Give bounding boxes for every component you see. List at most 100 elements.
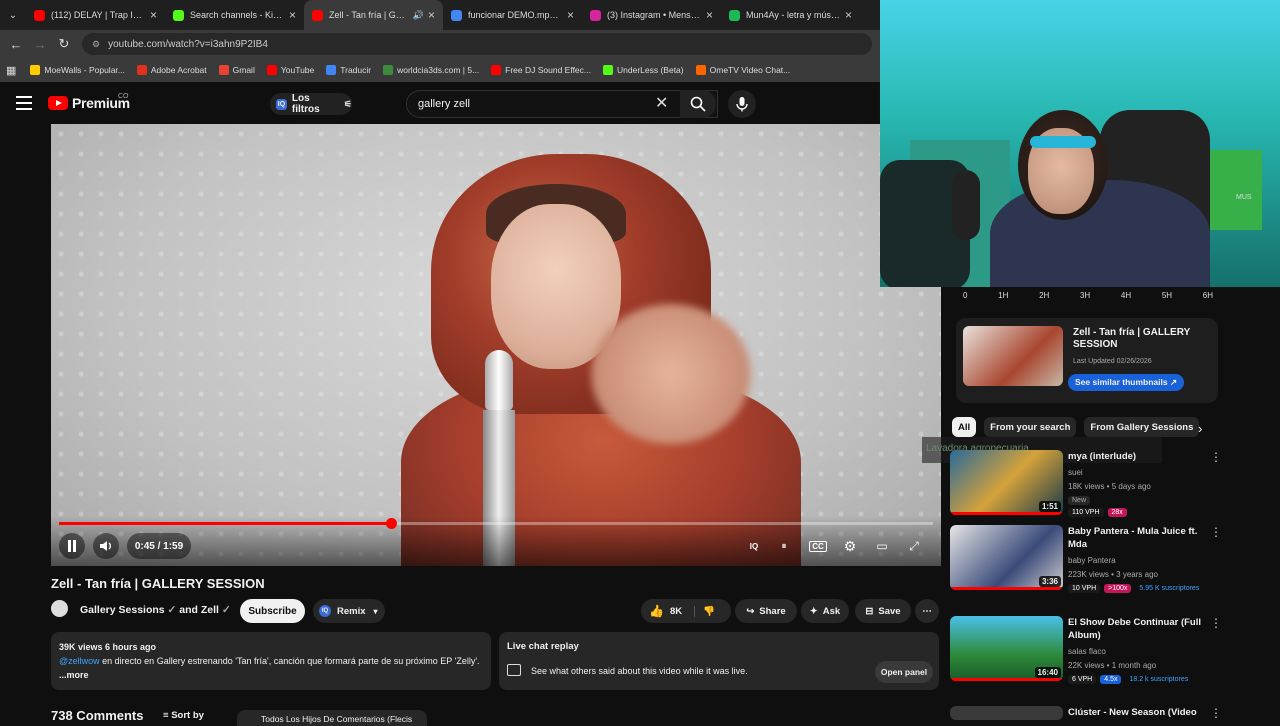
share-icon: ↪ — [746, 605, 755, 617]
reload-icon[interactable]: ↻ — [52, 36, 76, 52]
voice-search-button[interactable] — [728, 90, 756, 118]
bookmark[interactable]: Free DJ Sound Effec... — [491, 65, 591, 75]
similar-thumbnails-button[interactable]: See similar thumbnails ↗ — [1068, 374, 1185, 391]
chip-from-search[interactable]: From your search — [984, 417, 1077, 437]
bookmark[interactable]: UnderLess (Beta) — [603, 65, 684, 75]
volume-button[interactable] — [93, 533, 119, 559]
chip-all[interactable]: All — [952, 417, 977, 437]
filters-button[interactable]: IQ Los filtros ⚟ — [270, 93, 352, 115]
pause-button[interactable] — [59, 533, 85, 559]
search-button[interactable] — [680, 90, 716, 118]
rec-channel[interactable]: salas flaco — [1068, 647, 1106, 656]
more-options-icon[interactable]: ⋮ — [1210, 706, 1222, 720]
close-tab-icon[interactable]: × — [845, 8, 852, 22]
channel-avatar[interactable] — [51, 600, 68, 617]
browser-tab[interactable]: (3) Instagram • Mensajes × — [582, 0, 721, 30]
card-title: Zell - Tan fría | GALLERY SESSION — [1073, 327, 1191, 350]
rec-channel[interactable]: baby Pantera — [1068, 556, 1116, 565]
back-arrow-icon[interactable]: ← — [4, 37, 28, 52]
bookmark[interactable]: worldcia3ds.com | 5... — [383, 65, 479, 75]
url-field[interactable]: ⚙ youtube.com/watch?v=i3ahn9P2IB4 — [82, 33, 872, 55]
card-thumbnail[interactable] — [963, 326, 1063, 386]
chip-from-channel[interactable]: From Gallery Sessions — [1084, 417, 1200, 437]
bookmark-icon — [218, 65, 229, 75]
search-input[interactable]: gallery zell — [406, 90, 718, 118]
bookmark[interactable]: OmeTV Video Chat... — [695, 65, 790, 75]
close-tab-icon[interactable]: × — [150, 8, 157, 22]
video-title: Zell - Tan fría | GALLERY SESSION — [51, 576, 265, 591]
progress-bar[interactable] — [59, 518, 933, 529]
bookmark[interactable]: Traducir — [326, 65, 371, 75]
more-options-icon[interactable]: ⋮ — [1210, 450, 1222, 464]
video-frame-artist — [381, 144, 821, 566]
rec-thumbnail[interactable] — [950, 706, 1063, 720]
chevron-right-icon[interactable]: › — [1198, 421, 1202, 436]
bookmark[interactable]: YouTube — [266, 65, 314, 75]
close-tab-icon[interactable]: × — [706, 8, 713, 22]
fullscreen-button[interactable]: ⤢ — [901, 533, 927, 559]
close-tab-icon[interactable]: × — [428, 8, 435, 22]
rec-thumbnail[interactable]: 16:40 — [950, 616, 1063, 681]
bookmark[interactable]: Gmail — [218, 65, 255, 75]
ask-button[interactable]: ✦ Ask — [801, 599, 849, 623]
rec-badges: New — [1068, 496, 1094, 505]
recommended-video[interactable]: Clúster - New Season (Video ⋮ — [950, 706, 1222, 720]
collab-name[interactable]: and Zell — [179, 604, 219, 616]
comment-filter-chip[interactable]: Todos Los Hijos De Comentarios (Flecis — [237, 710, 427, 726]
browser-tab[interactable]: (112) DELAY | Trap Instrum × — [26, 0, 165, 30]
vph-tag: 10 VPH — [1068, 584, 1101, 593]
iq-extension-button[interactable]: IQ — [741, 533, 767, 559]
youtube-logo[interactable]: Premium CO — [48, 93, 130, 111]
subscribe-button[interactable]: Subscribe — [240, 599, 305, 623]
save-button[interactable]: ⊟ Save — [855, 599, 911, 623]
bookmark[interactable]: MoeWalls - Popular... — [30, 65, 125, 75]
menu-icon[interactable] — [16, 96, 32, 110]
rec-thumbnail[interactable]: 1:51 — [950, 450, 1063, 515]
autoplay-toggle[interactable]: ⏸ — [771, 533, 797, 559]
clear-search-icon[interactable]: ✕ — [655, 93, 668, 113]
remix-button[interactable]: IQ Remix ▾ — [313, 599, 385, 623]
browser-tab[interactable]: Search channels - Kick Str × — [165, 0, 304, 30]
sort-by-button[interactable]: ≡ Sort by — [163, 710, 204, 721]
close-tab-icon[interactable]: × — [567, 8, 574, 22]
drive-favicon-icon — [451, 9, 462, 21]
channel-name[interactable]: Gallery Sessions — [80, 604, 165, 616]
mention-link[interactable]: @zellwow — [59, 656, 100, 666]
thumbs-down-icon[interactable]: 👎 — [694, 605, 715, 617]
rec-thumbnail[interactable]: 3:36 — [950, 525, 1063, 590]
browser-tab-active[interactable]: Zell - Tan fría | GALLE 🔊 × — [304, 0, 443, 30]
microphone-icon — [736, 97, 748, 112]
apps-grid-icon[interactable]: ▦ — [6, 64, 16, 77]
comment-filter-label: Todos Los Hijos De Comentarios (Flecis — [261, 714, 413, 724]
speaker-icon[interactable]: 🔊 — [413, 10, 424, 21]
site-info-icon[interactable]: ⚙ — [92, 39, 100, 50]
bookmark[interactable]: Adobe Acrobat — [136, 65, 207, 75]
recommended-video[interactable]: 16:40 El Show Debe Continuar (Full Album… — [950, 616, 1222, 696]
share-button[interactable]: ↪ Share — [735, 599, 797, 623]
bookmark-icon — [266, 65, 277, 75]
filter-extension-icon: IQ — [276, 98, 287, 110]
video-player[interactable]: 0:45 / 1:59 IQ ⏸ CC ⚙ ▭ ⤢ — [51, 124, 941, 566]
recommended-video[interactable]: 1:51 mya (interlude) suei 18K views • 5 … — [950, 450, 1222, 530]
more-actions-button[interactable]: ⋯ — [915, 599, 939, 623]
more-options-icon[interactable]: ⋮ — [1210, 525, 1222, 539]
rec-channel[interactable]: suei — [1068, 468, 1083, 477]
bookmark-icon — [603, 65, 613, 75]
channel-names[interactable]: Gallery Sessions ✓ and Zell ✓ — [80, 604, 231, 616]
browser-tab[interactable]: Mun4Ay - letra y música d × — [721, 0, 860, 30]
recommended-video[interactable]: 3:36 Baby Pantera - Mula Juice ft. Mda b… — [950, 525, 1222, 605]
like-button[interactable]: 👍 8K 👎 — [641, 599, 731, 623]
description-box[interactable]: 39K views 6 hours ago @zellwow en direct… — [51, 632, 491, 690]
close-tab-icon[interactable]: × — [289, 8, 296, 22]
settings-button[interactable]: ⚙ — [837, 533, 863, 559]
open-panel-button[interactable]: Open panel — [875, 661, 933, 683]
more-options-icon[interactable]: ⋮ — [1210, 616, 1222, 630]
tab-title: (3) Instagram • Mensajes — [607, 10, 702, 20]
tab-search-chevron-icon[interactable]: ⌄ — [0, 0, 26, 30]
browser-tab[interactable]: funcionar DEMO.mp3 - G × — [443, 0, 582, 30]
country-code: CO — [118, 93, 129, 100]
more-link[interactable]: ...more — [59, 670, 89, 680]
forward-arrow-icon[interactable]: → — [28, 37, 52, 52]
subtitles-button[interactable]: CC — [805, 533, 831, 559]
miniplayer-button[interactable]: ▭ — [869, 533, 895, 559]
